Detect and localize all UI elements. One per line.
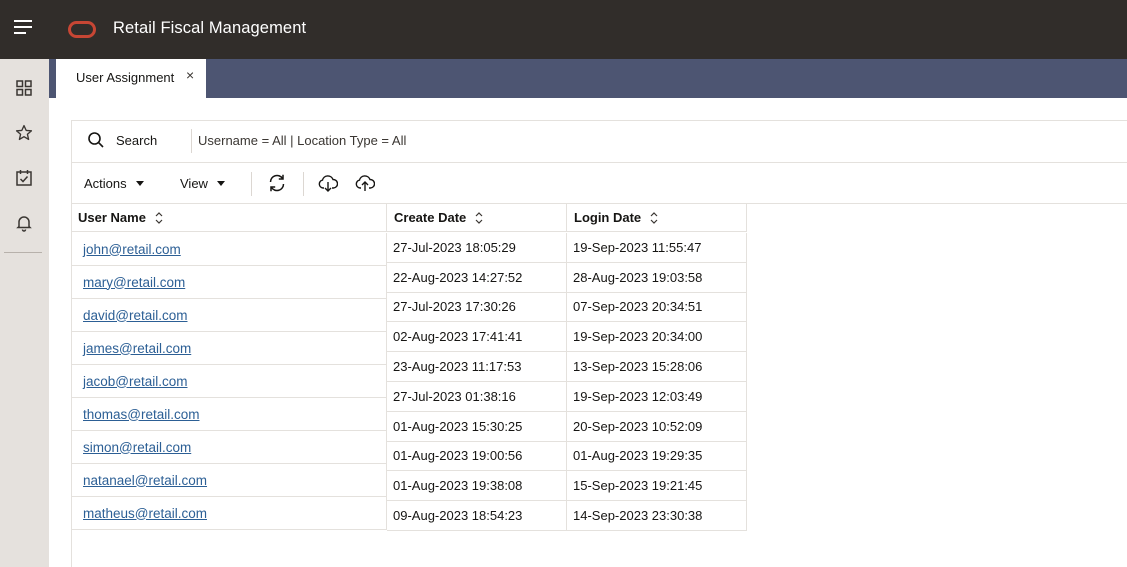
create-date-cell: 01-Aug-2023 19:00:56 xyxy=(387,441,567,472)
navigation-rail xyxy=(0,59,49,567)
create-date-cell: 27-Jul-2023 01:38:16 xyxy=(387,382,567,412)
dashboard-grid-icon[interactable] xyxy=(12,76,36,100)
login-date-cell: 19-Sep-2023 11:55:47 xyxy=(567,233,747,263)
user-name-cell: matheus@retail.com xyxy=(71,497,387,530)
search-icon[interactable] xyxy=(87,131,105,149)
user-name-link[interactable]: mary@retail.com xyxy=(83,275,185,290)
view-menu-button[interactable]: View xyxy=(180,176,225,191)
favorites-star-icon[interactable] xyxy=(12,121,36,145)
user-name-cell: john@retail.com xyxy=(71,233,387,266)
login-date-cell: 01-Aug-2023 19:29:35 xyxy=(567,441,747,472)
filter-summary[interactable]: Username = All | Location Type = All xyxy=(198,133,406,148)
toolbar xyxy=(71,164,1127,204)
login-date-cell: 28-Aug-2023 19:03:58 xyxy=(567,262,747,293)
user-name-link[interactable]: jacob@retail.com xyxy=(83,374,188,389)
create-date-cell: 01-Aug-2023 19:38:08 xyxy=(387,471,567,502)
sort-icon xyxy=(475,211,483,224)
column-header-user-name[interactable]: User Name xyxy=(71,204,387,232)
create-date-cell: 09-Aug-2023 18:54:23 xyxy=(387,501,567,531)
tab-user-assignment[interactable]: User Assignment × xyxy=(56,59,206,98)
create-date-cell: 22-Aug-2023 14:27:52 xyxy=(387,262,567,293)
user-name-cell: thomas@retail.com xyxy=(71,398,387,431)
user-name-link[interactable]: david@retail.com xyxy=(83,308,188,323)
actions-menu-button[interactable]: Actions xyxy=(84,176,144,191)
user-name-link[interactable]: john@retail.com xyxy=(83,242,181,257)
toolbar-divider xyxy=(251,172,252,196)
search-divider xyxy=(191,129,192,153)
login-date-cell: 19-Sep-2023 20:34:00 xyxy=(567,322,747,353)
tab-label: User Assignment xyxy=(76,70,175,85)
create-date-cell: 01-Aug-2023 15:30:25 xyxy=(387,411,567,442)
notifications-bell-icon[interactable] xyxy=(12,211,36,235)
create-date-cell: 27-Jul-2023 17:30:26 xyxy=(387,292,567,323)
close-icon[interactable]: × xyxy=(186,67,194,83)
user-name-link[interactable]: natanael@retail.com xyxy=(83,473,207,488)
user-name-cell: mary@retail.com xyxy=(71,266,387,299)
tab-strip xyxy=(49,59,1127,98)
cloud-download-icon[interactable] xyxy=(318,173,338,193)
column-header-create-date[interactable]: Create Date xyxy=(387,204,567,232)
actions-label: Actions xyxy=(84,176,127,191)
login-date-cell: 07-Sep-2023 20:34:51 xyxy=(567,292,747,323)
toolbar-divider xyxy=(303,172,304,196)
column-header-label: Login Date xyxy=(574,210,642,225)
create-date-cell: 23-Aug-2023 11:17:53 xyxy=(387,352,567,382)
app-title: Retail Fiscal Management xyxy=(113,19,307,37)
user-name-cell: natanael@retail.com xyxy=(71,464,387,497)
create-date-cell: 02-Aug-2023 17:41:41 xyxy=(387,322,567,353)
user-name-link[interactable]: james@retail.com xyxy=(83,341,191,356)
sort-icon xyxy=(650,211,658,224)
login-date-cell: 14-Sep-2023 23:30:38 xyxy=(567,501,747,531)
hamburger-menu-icon[interactable] xyxy=(14,19,34,35)
oracle-logo-icon xyxy=(68,21,96,38)
user-name-cell: jacob@retail.com xyxy=(71,365,387,398)
refresh-icon[interactable] xyxy=(267,173,287,193)
chevron-down-icon xyxy=(135,181,144,186)
user-name-cell: david@retail.com xyxy=(71,299,387,332)
calendar-check-icon[interactable] xyxy=(12,166,36,190)
login-date-cell: 13-Sep-2023 15:28:06 xyxy=(567,352,747,382)
search-button[interactable]: Search xyxy=(116,133,157,148)
user-name-link[interactable]: matheus@retail.com xyxy=(83,506,207,521)
sort-icon xyxy=(155,211,163,224)
login-date-cell: 20-Sep-2023 10:52:09 xyxy=(567,411,747,442)
login-date-cell: 19-Sep-2023 12:03:49 xyxy=(567,382,747,412)
column-header-label: Create Date xyxy=(394,210,467,225)
user-name-cell: james@retail.com xyxy=(71,332,387,365)
login-date-cell: 15-Sep-2023 19:21:45 xyxy=(567,471,747,502)
view-label: View xyxy=(180,176,208,191)
chevron-down-icon xyxy=(216,181,225,186)
column-header-login-date[interactable]: Login Date xyxy=(567,204,747,232)
user-name-link[interactable]: thomas@retail.com xyxy=(83,407,200,422)
cloud-upload-icon[interactable] xyxy=(355,173,375,193)
user-name-link[interactable]: simon@retail.com xyxy=(83,440,191,455)
create-date-cell: 27-Jul-2023 18:05:29 xyxy=(387,233,567,263)
user-name-cell: simon@retail.com xyxy=(71,431,387,464)
column-header-label: User Name xyxy=(78,210,146,225)
rail-divider xyxy=(4,252,42,253)
